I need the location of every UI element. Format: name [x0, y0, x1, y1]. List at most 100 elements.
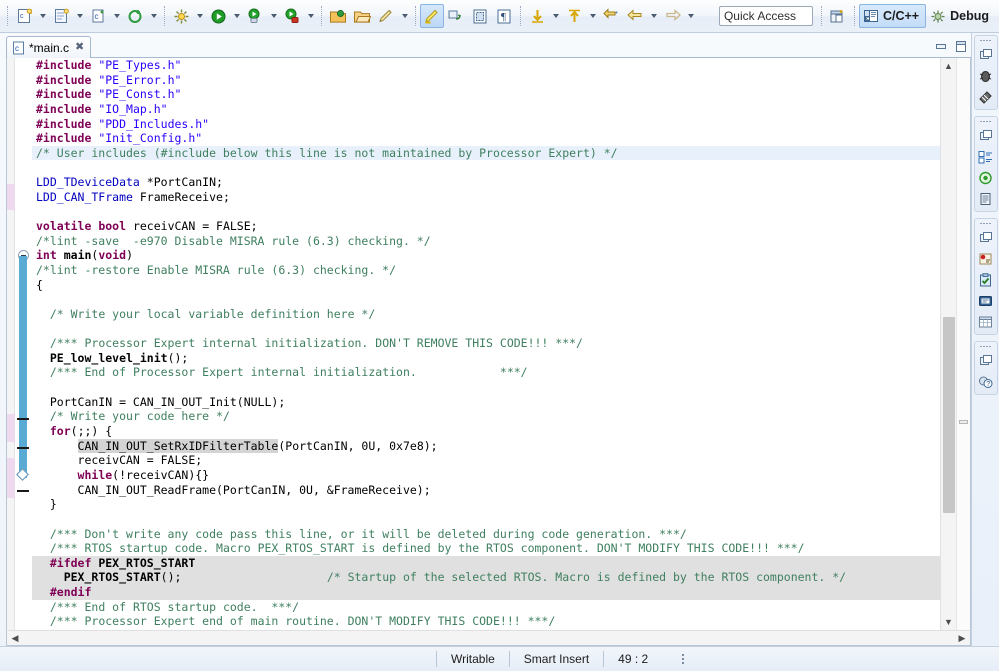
drag-handle[interactable]: [979, 220, 993, 227]
profile-icon[interactable]: [280, 4, 304, 28]
debug-bug-icon[interactable]: [975, 65, 997, 86]
forward-icon[interactable]: [660, 4, 684, 28]
minimize-button[interactable]: [931, 37, 951, 55]
code-line[interactable]: /* User includes (#include below this li…: [32, 145, 940, 161]
code-line[interactable]: while(!receivCAN){}: [32, 468, 940, 483]
code-line[interactable]: LDD_CAN_TFrame FrameReceive;: [32, 190, 940, 205]
code-line[interactable]: /*** End of RTOS startup code. ***/: [32, 600, 940, 615]
close-icon[interactable]: ✖: [75, 42, 84, 53]
code-line[interactable]: /*** RTOS startup code. Macro PEX_RTOS_S…: [32, 541, 940, 556]
vertical-scrollbar[interactable]: ▲ ▼: [940, 58, 956, 630]
code-line[interactable]: [32, 204, 940, 219]
last-edit-location-icon[interactable]: [599, 4, 623, 28]
code-line[interactable]: for(;;) {: [32, 424, 940, 439]
code-line[interactable]: /* Write your local variable definition …: [32, 307, 940, 322]
code-line[interactable]: [32, 512, 940, 527]
code-line[interactable]: PortCanIN = CAN_IN_OUT_Init(NULL);: [32, 395, 940, 410]
code-line[interactable]: {: [32, 278, 940, 293]
new-c-cpp-project-icon[interactable]: c: [12, 4, 36, 28]
help-icon[interactable]: ?: [975, 371, 997, 392]
vertical-scroll-track[interactable]: [941, 74, 957, 614]
code-area[interactable]: #include "PE_Types.h" #include "PE_Error.…: [32, 58, 940, 630]
drag-handle[interactable]: [979, 343, 993, 350]
source-code[interactable]: #include "PE_Types.h" #include "PE_Error.…: [32, 58, 940, 630]
properties-icon[interactable]: [975, 290, 997, 311]
console-icon[interactable]: [975, 188, 997, 209]
build-icon[interactable]: [169, 4, 193, 28]
overview-marker[interactable]: [959, 420, 968, 424]
code-line[interactable]: [32, 380, 940, 395]
code-line[interactable]: volatile bool receivCAN = FALSE;: [32, 219, 940, 234]
code-line[interactable]: /*** Don't write any code pass this line…: [32, 527, 940, 542]
previous-annotation-dropdown[interactable]: [586, 4, 599, 28]
tasks-icon[interactable]: [975, 269, 997, 290]
code-line[interactable]: CAN_IN_OUT_SetRxIDFilterTable(PortCanIN,…: [32, 438, 940, 454]
code-line[interactable]: #ifdef PEX_RTOS_START: [32, 555, 940, 571]
code-line[interactable]: /*** Processor Expert internal initializ…: [32, 336, 940, 351]
code-line[interactable]: /*** Processor Expert end of main routin…: [32, 614, 940, 629]
restore-view-icon[interactable]: [975, 44, 997, 65]
next-annotation-icon[interactable]: [525, 4, 549, 28]
restore-view-icon[interactable]: [975, 227, 997, 248]
code-line[interactable]: receivCAN = FALSE;: [32, 453, 940, 468]
scroll-left-icon[interactable]: ◀: [7, 630, 23, 646]
code-line[interactable]: #include "IO_Map.h": [32, 102, 940, 117]
horizontal-scroll-track[interactable]: [23, 630, 954, 646]
previous-annotation-icon[interactable]: [562, 4, 586, 28]
table-view-icon[interactable]: [975, 311, 997, 332]
new-c-source-file-dropdown[interactable]: [110, 4, 123, 28]
code-line[interactable]: PEX_RTOS_START(); /* Startup of the sele…: [32, 570, 940, 586]
profile-dropdown[interactable]: [304, 4, 317, 28]
code-line[interactable]: #include "PE_Error.h": [32, 73, 940, 88]
code-line[interactable]: CAN_IN_OUT_ReadFrame(PortCanIN, 0U, &Fra…: [32, 483, 940, 498]
drag-handle[interactable]: [979, 118, 993, 125]
horizontal-scrollbar[interactable]: ◀ ▶: [6, 630, 971, 646]
scroll-up-icon[interactable]: ▲: [941, 58, 957, 74]
code-line[interactable]: /*** End of Processor Expert internal in…: [32, 365, 940, 380]
status-bar-handle[interactable]: [682, 654, 685, 664]
code-line[interactable]: #include "PE_Types.h": [32, 58, 940, 73]
status-insert-mode[interactable]: Smart Insert: [508, 651, 603, 667]
variables-icon[interactable]: [975, 86, 997, 107]
run-dropdown[interactable]: [230, 4, 243, 28]
code-line[interactable]: #include "PE_Const.h": [32, 87, 940, 102]
new-element-dropdown[interactable]: [147, 4, 160, 28]
block-selection-icon[interactable]: [468, 4, 492, 28]
pencil-icon[interactable]: [374, 4, 398, 28]
code-line[interactable]: /* Write your code here */: [32, 409, 940, 424]
editor-tab-main-c[interactable]: c *main.c ✖: [6, 36, 92, 58]
code-line[interactable]: [32, 160, 940, 175]
drag-handle[interactable]: [979, 37, 993, 44]
code-line[interactable]: [32, 292, 940, 307]
debug-icon[interactable]: [243, 4, 267, 28]
maximize-button[interactable]: [951, 37, 971, 55]
code-line[interactable]: int main(void): [32, 248, 940, 263]
code-line[interactable]: /*lint -save -e970 Disable MISRA rule (6…: [32, 234, 940, 249]
vertical-scroll-thumb[interactable]: [942, 317, 955, 513]
perspective-c-cpp[interactable]: c C/C++: [858, 4, 927, 28]
link-icon[interactable]: [444, 4, 468, 28]
back-dropdown[interactable]: [647, 4, 660, 28]
target-icon[interactable]: [975, 167, 997, 188]
new-element-icon[interactable]: [123, 4, 147, 28]
new-c-source-file-icon[interactable]: c: [86, 4, 110, 28]
new-c-cpp-project-dropdown[interactable]: [36, 4, 49, 28]
code-line[interactable]: PE_low_level_init();: [32, 351, 940, 366]
restore-view-icon[interactable]: [975, 125, 997, 146]
perspective-debug[interactable]: Debug: [926, 4, 996, 28]
run-icon[interactable]: [206, 4, 230, 28]
code-line[interactable]: [32, 322, 940, 337]
code-line[interactable]: /*lint -restore Enable MISRA rule (6.3) …: [32, 263, 940, 278]
new-file-dropdown[interactable]: [73, 4, 86, 28]
code-line[interactable]: LDD_TDeviceData *PortCanIN;: [32, 175, 940, 190]
build-dropdown[interactable]: [193, 4, 206, 28]
pencil-dropdown[interactable]: [398, 4, 411, 28]
highlight-icon[interactable]: [420, 4, 444, 28]
whitespace-icon[interactable]: ¶: [492, 4, 516, 28]
overview-ruler[interactable]: [956, 58, 970, 630]
quick-access-input[interactable]: Quick Access: [718, 6, 813, 26]
open-perspective-icon[interactable]: [826, 4, 850, 28]
restore-view-icon[interactable]: [975, 350, 997, 371]
next-annotation-dropdown[interactable]: [549, 4, 562, 28]
open-element-icon[interactable]: [326, 4, 350, 28]
